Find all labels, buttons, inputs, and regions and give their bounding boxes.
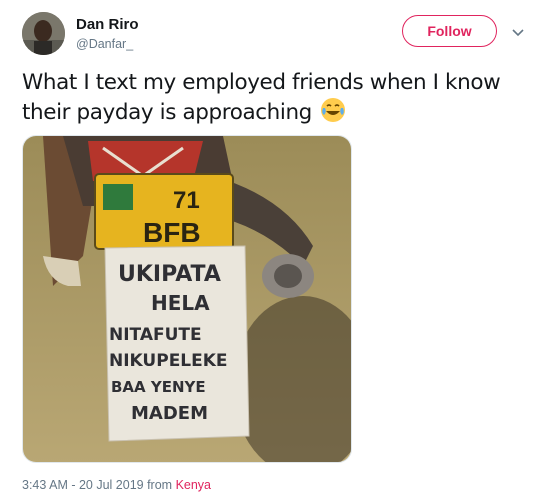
tweet-text: What I text my employed friends when I k…: [22, 68, 537, 127]
plate-number-bottom: BFB: [143, 217, 201, 248]
tweet-header: Dan Riro @Danfar_ Follow: [22, 10, 532, 56]
timestamp[interactable]: 3:43 AM - 20 Jul 2019 from: [22, 478, 176, 492]
user-name[interactable]: Dan Riro: [76, 16, 139, 33]
chevron-down-icon[interactable]: [510, 24, 526, 40]
tweet-meta: 3:43 AM - 20 Jul 2019 from Kenya: [22, 478, 211, 492]
tweet-text-content: What I text my employed friends when I k…: [22, 70, 501, 125]
follow-button[interactable]: Follow: [402, 15, 497, 47]
sign-line-1: UKIPATA: [118, 262, 221, 287]
sign-line-3: NITAFUTE: [109, 325, 202, 345]
plate-number-top: 71: [173, 187, 200, 214]
tweet-photo[interactable]: 71 BFB UKIPATA HELA NITAFUTE NIKUPELEKE …: [22, 135, 352, 463]
location-link[interactable]: Kenya: [176, 478, 211, 492]
sign-line-5: BAA YENYE: [111, 378, 206, 396]
sign-line-6: MADEM: [131, 403, 208, 424]
sign-line-2: HELA: [151, 291, 210, 315]
face-with-tears-of-joy-icon: [320, 97, 346, 123]
avatar[interactable]: [22, 12, 65, 55]
user-handle[interactable]: @Danfar_: [76, 37, 133, 51]
sign-line-4: NIKUPELEKE: [109, 351, 228, 371]
